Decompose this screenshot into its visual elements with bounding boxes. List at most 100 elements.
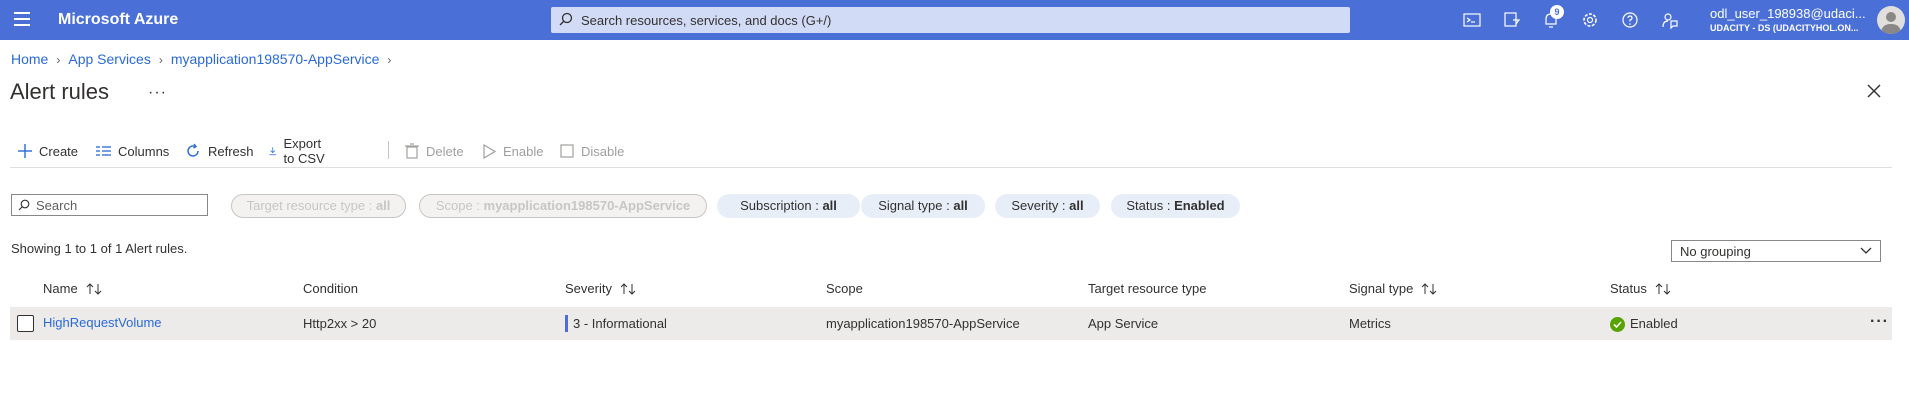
column-header-status[interactable]: Status <box>1610 281 1671 296</box>
disable-label: Disable <box>581 143 625 159</box>
page-title: Alert rules <box>10 79 110 104</box>
filter-status[interactable]: Status : Enabled <box>1111 194 1240 218</box>
columns-label: Columns <box>118 143 170 159</box>
filter-subscription[interactable]: Subscription : all <box>717 194 860 218</box>
chevron-right-icon: › <box>158 53 163 67</box>
feedback-icon[interactable] <box>1660 10 1680 30</box>
chevron-right-icon: › <box>387 53 392 67</box>
column-header-name[interactable]: Name <box>43 281 102 296</box>
severity-indicator <box>565 315 568 332</box>
toolbar-divider <box>388 141 389 159</box>
alert-rule-name-link[interactable]: HighRequestVolume <box>43 315 162 330</box>
directory-filter-icon[interactable] <box>1502 10 1522 30</box>
filter-scope-value: myapplication198570-AppService <box>483 198 691 213</box>
columns-button[interactable]: Columns <box>96 140 169 162</box>
columns-icon <box>96 146 111 156</box>
column-header-signal-type[interactable]: Signal type <box>1349 281 1437 296</box>
top-bar: Microsoft Azure Search resources, servic… <box>0 0 1909 40</box>
enable-label: Enable <box>503 143 544 159</box>
sort-icon[interactable] <box>620 282 636 295</box>
chevron-right-icon: › <box>56 53 61 67</box>
filter-target-value: all <box>375 198 391 213</box>
filter-status-label: Status : <box>1126 198 1175 213</box>
grouping-value: No grouping <box>1680 244 1751 259</box>
row-checkbox[interactable] <box>17 315 34 332</box>
filter-severity[interactable]: Severity : all <box>995 194 1100 218</box>
chevron-down-icon <box>1860 247 1872 254</box>
table-row[interactable]: HighRequestVolume Http2xx > 20 3 - Infor… <box>10 307 1892 340</box>
delete-button[interactable]: Delete <box>405 140 464 162</box>
refresh-button[interactable]: Refresh <box>185 140 254 162</box>
filter-signal-value: all <box>953 198 968 213</box>
play-icon <box>483 143 496 159</box>
breadcrumb: Home › App Services › myapplication198570-Ap… <box>11 51 399 67</box>
row-more-options-icon[interactable]: ··· <box>1870 313 1889 331</box>
account-menu[interactable]: odl_user_198938@udaci... UDACITY - DS (U… <box>1710 6 1866 33</box>
grouping-select[interactable]: No grouping <box>1671 240 1881 262</box>
avatar[interactable] <box>1877 6 1905 34</box>
delete-label: Delete <box>426 143 464 159</box>
filter-status-value: Enabled <box>1174 198 1225 213</box>
cell-severity: 3 - Informational <box>573 316 667 331</box>
column-header-scope[interactable]: Scope <box>826 281 863 296</box>
help-icon[interactable] <box>1620 10 1640 30</box>
create-label: Create <box>39 143 79 159</box>
brand-title[interactable]: Microsoft Azure <box>58 11 178 29</box>
user-name: odl_user_198938@udaci... <box>1710 6 1866 21</box>
close-icon[interactable] <box>1866 83 1882 99</box>
filter-subscription-value: all <box>822 198 837 213</box>
stop-icon <box>560 144 574 158</box>
table-header: Name Condition Severity Scope Target res… <box>0 281 1909 299</box>
notification-badge: 9 <box>1550 5 1564 19</box>
breadcrumb-app-service[interactable]: myapplication198570-AppService <box>171 51 380 67</box>
more-options-icon[interactable]: ··· <box>148 84 167 102</box>
filter-target-label: Target resource type : <box>246 198 376 213</box>
column-signal-label: Signal type <box>1349 281 1414 296</box>
export-label: Export to CSV <box>283 136 325 166</box>
cloud-shell-icon[interactable] <box>1462 10 1482 30</box>
search-icon <box>559 12 573 26</box>
sort-icon[interactable] <box>86 282 102 295</box>
check-circle-icon <box>1610 317 1625 332</box>
breadcrumb-app-services[interactable]: App Services <box>68 51 150 67</box>
column-condition-label: Condition <box>303 281 358 296</box>
sort-icon[interactable] <box>1655 282 1671 295</box>
cell-scope: myapplication198570-AppService <box>826 316 1020 331</box>
filter-severity-value: all <box>1069 198 1084 213</box>
global-search-placeholder: Search resources, services, and docs (G+… <box>581 13 832 28</box>
filter-scope[interactable]: Scope : myapplication198570-AppService <box>419 194 707 218</box>
plus-icon <box>18 144 32 158</box>
cell-condition: Http2xx > 20 <box>303 316 377 331</box>
global-search-input[interactable]: Search resources, services, and docs (G+… <box>551 7 1350 33</box>
settings-icon[interactable] <box>1580 10 1600 30</box>
filter-target-resource-type[interactable]: Target resource type : all <box>231 194 406 218</box>
column-status-label: Status <box>1610 281 1647 296</box>
search-icon <box>18 199 30 211</box>
filter-signal-type[interactable]: Signal type : all <box>861 194 985 218</box>
divider <box>10 167 1892 168</box>
cell-status: Enabled <box>1630 316 1678 331</box>
enable-button[interactable]: Enable <box>483 140 543 162</box>
column-name-label: Name <box>43 281 78 296</box>
download-icon <box>269 147 276 156</box>
filter-search-input[interactable]: Search <box>11 194 208 216</box>
user-tenant: UDACITY - DS (UDACITYHOL.ON... <box>1710 23 1859 33</box>
filter-signal-label: Signal type : <box>878 198 954 213</box>
cell-target-resource-type: App Service <box>1088 316 1159 331</box>
filter-severity-label: Severity : <box>1011 198 1070 213</box>
refresh-icon <box>187 143 199 157</box>
breadcrumb-home[interactable]: Home <box>11 51 48 67</box>
disable-button[interactable]: Disable <box>560 140 624 162</box>
trash-icon <box>405 143 419 159</box>
filter-scope-label: Scope : <box>435 198 484 213</box>
column-header-condition[interactable]: Condition <box>303 281 358 296</box>
column-scope-label: Scope <box>826 281 863 296</box>
export-csv-button[interactable]: Export to CSV <box>269 136 328 166</box>
sort-icon[interactable] <box>1421 282 1437 295</box>
create-button[interactable]: Create <box>18 140 78 162</box>
menu-icon[interactable] <box>14 12 30 28</box>
column-header-target-resource-type[interactable]: Target resource type <box>1088 281 1207 296</box>
avatar-icon <box>1881 12 1901 34</box>
column-target-label: Target resource type <box>1088 281 1207 296</box>
column-header-severity[interactable]: Severity <box>565 281 636 296</box>
